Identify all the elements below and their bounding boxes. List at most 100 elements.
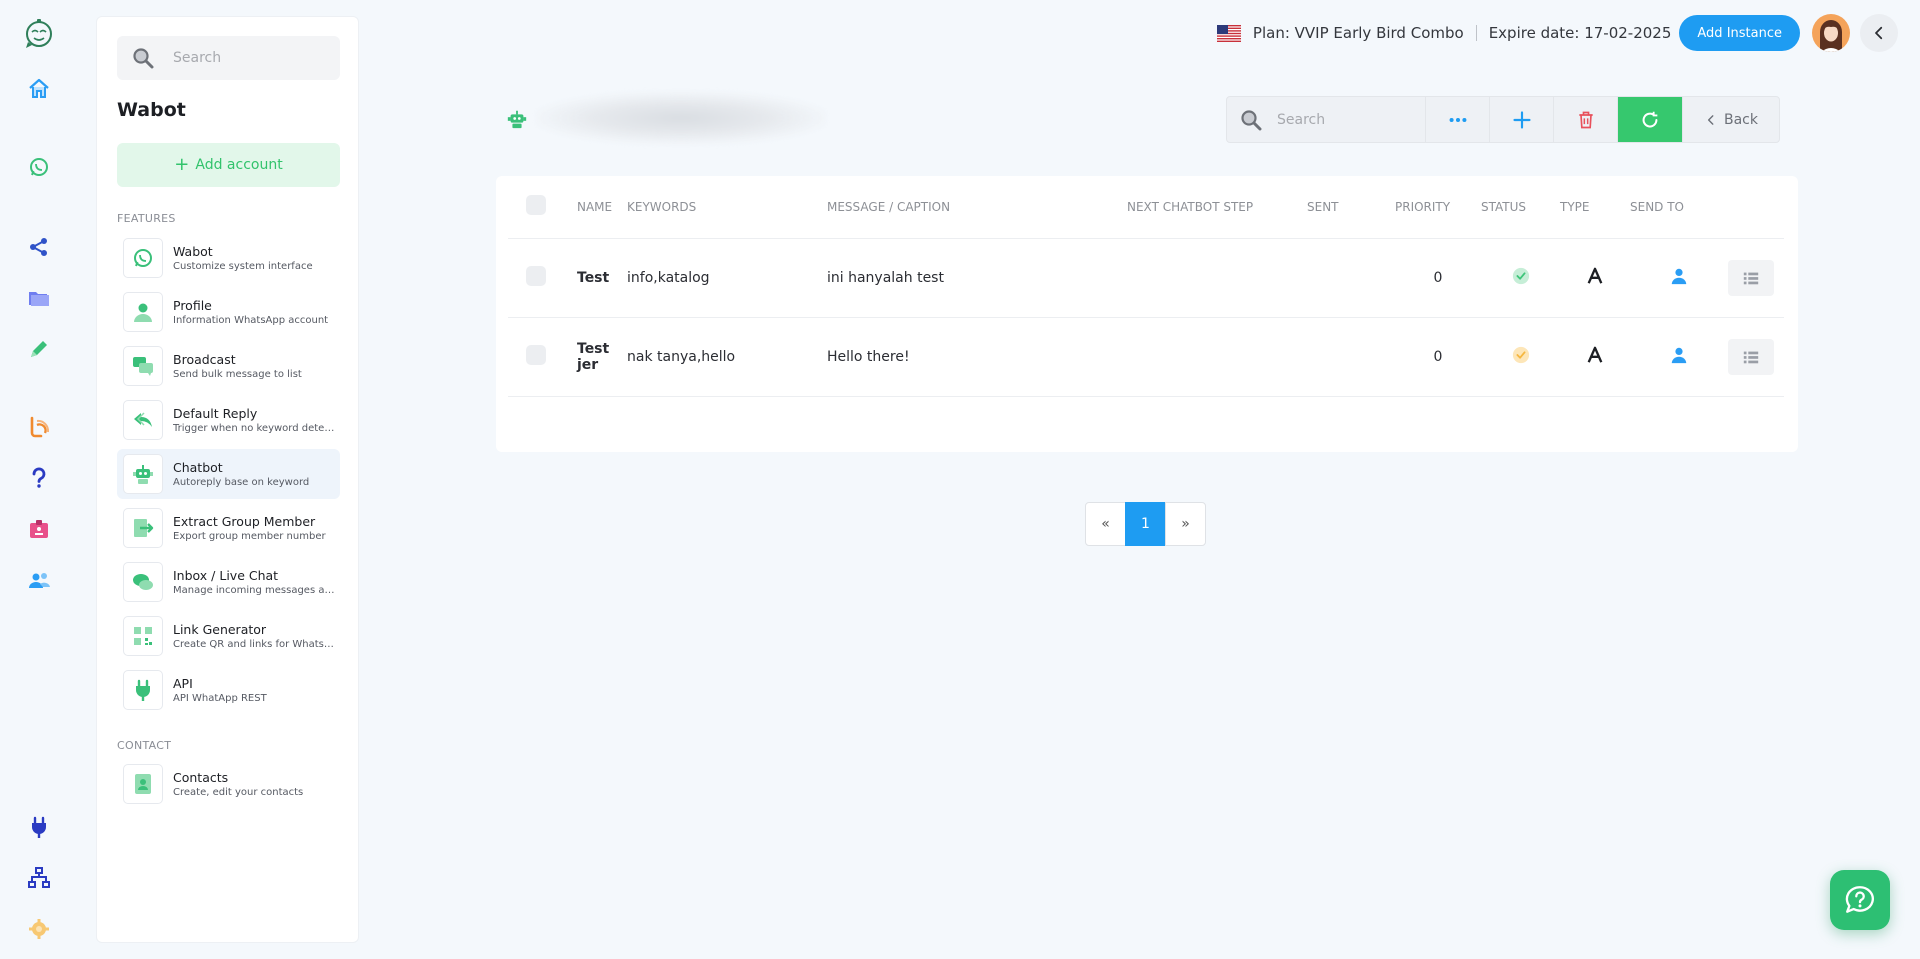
menu-item-subtitle: Create, edit your contacts	[173, 787, 304, 798]
menu-item-subtitle: Information WhatsApp account	[173, 315, 329, 326]
more-options-button[interactable]	[1426, 97, 1490, 142]
menu-item-profile[interactable]: Profile Information WhatsApp account	[117, 287, 340, 337]
dots-icon	[1449, 117, 1466, 122]
plan-label: Plan: VVIP Early Bird Combo	[1252, 24, 1464, 42]
select-all-checkbox[interactable]	[526, 195, 546, 216]
blogger-icon[interactable]	[24, 412, 54, 442]
settings-icon[interactable]	[24, 914, 54, 944]
row-select-cell	[508, 317, 577, 397]
menu-item-subtitle: Create QR and links for WhatsApp	[173, 639, 335, 650]
menu-item-wabot[interactable]: Wabot Customize system interface	[117, 233, 340, 283]
menu-item-extract-group-member[interactable]: Extract Group Member Export group member …	[117, 503, 340, 553]
row-priority: 0	[1395, 317, 1481, 397]
table-header-row: NAME KEYWORDS MESSAGE / CAPTION NEXT CHA…	[508, 176, 1784, 239]
header-name[interactable]: NAME	[577, 176, 627, 239]
user-icon	[1671, 347, 1687, 363]
menu-item-api[interactable]: API API WhatApp REST	[117, 665, 340, 715]
top-bar: Plan: VVIP Early Bird Combo Expire date:…	[1216, 14, 1898, 52]
row-send-to	[1630, 317, 1728, 397]
add-account-button[interactable]: + Add account	[117, 143, 340, 187]
robot-icon	[507, 110, 527, 129]
row-status	[1481, 238, 1560, 318]
menu-item-link-generator[interactable]: Link Generator Create QR and links for Wh…	[117, 611, 340, 661]
table-row[interactable]: Test info,katalog ini hanyalah test 0	[508, 238, 1784, 318]
trash-icon	[1578, 111, 1593, 128]
row-keywords: nak tanya,hello	[627, 317, 827, 397]
row-checkbox[interactable]	[526, 265, 546, 286]
menu-item-title: Contacts	[173, 770, 229, 785]
row-details-button[interactable]	[1728, 259, 1774, 296]
row-next-step	[1127, 238, 1307, 318]
menu-item-subtitle: Autoreply base on keyword	[173, 477, 310, 488]
sidebar-search-input[interactable]	[173, 50, 323, 66]
collapse-sidebar-button[interactable]	[1860, 14, 1898, 52]
plus-icon: +	[174, 154, 190, 175]
help-chat-icon	[1845, 886, 1874, 913]
sidebar-search	[117, 36, 340, 80]
list-icon	[1743, 351, 1759, 363]
avatar[interactable]	[1812, 14, 1850, 52]
pagination-prev[interactable]: «	[1085, 502, 1126, 546]
refresh-button[interactable]	[1618, 97, 1682, 142]
row-details-button[interactable]	[1728, 338, 1774, 375]
menu-item-inbox-live-chat[interactable]: Inbox / Live Chat Manage incoming message…	[117, 557, 340, 607]
header-type[interactable]: TYPE	[1560, 176, 1630, 239]
menu-item-contacts[interactable]: Contacts Create, edit your contacts	[117, 759, 340, 809]
whatsapp-icon[interactable]	[24, 152, 54, 182]
status-active-icon	[1512, 267, 1529, 284]
table-row[interactable]: Test jer nak tanya,hello Hello there! 0	[508, 317, 1784, 397]
header-status[interactable]: STATUS	[1481, 176, 1560, 239]
header-message[interactable]: MESSAGE / CAPTION	[827, 176, 1127, 239]
user-icon	[123, 292, 163, 332]
row-name: Test jer	[577, 317, 627, 397]
row-message: ini hanyalah test	[827, 238, 1127, 318]
plug-icon[interactable]	[24, 812, 54, 842]
pencil-icon[interactable]	[24, 334, 54, 364]
row-sent	[1307, 317, 1395, 397]
header-send-to[interactable]: SEND TO	[1630, 176, 1728, 239]
menu-item-broadcast[interactable]: Broadcast Send bulk message to list	[117, 341, 340, 391]
header-priority[interactable]: PRIORITY	[1395, 176, 1481, 239]
network-icon[interactable]	[24, 863, 54, 893]
menu-item-subtitle: Manage incoming messages and live chat	[173, 585, 335, 596]
menu-item-subtitle: API WhatApp REST	[173, 693, 267, 704]
header-next-step[interactable]: NEXT CHATBOT STEP	[1127, 176, 1307, 239]
user-icon	[1671, 268, 1687, 284]
sidebar: Wabot + Add account FEATURES Wabot Custom…	[96, 16, 359, 943]
chevron-left-icon	[1707, 114, 1714, 125]
menu-item-title: Profile	[173, 298, 212, 313]
toolbar-search-input[interactable]	[1277, 111, 1417, 128]
row-actions	[1728, 317, 1784, 397]
features-section-label: FEATURES	[117, 212, 176, 225]
row-checkbox[interactable]	[526, 344, 546, 365]
row-next-step	[1127, 317, 1307, 397]
delete-button[interactable]	[1554, 97, 1618, 142]
add-chatbot-button[interactable]	[1490, 97, 1554, 142]
menu-item-subtitle: Trigger when no keyword detected	[173, 423, 335, 434]
menu-item-title: Broadcast	[173, 352, 236, 367]
row-status	[1481, 317, 1560, 397]
pagination-next[interactable]: »	[1165, 502, 1206, 546]
row-sent	[1307, 238, 1395, 318]
menu-item-chatbot[interactable]: Chatbot Autoreply base on keyword	[117, 449, 340, 499]
header-sent[interactable]: SENT	[1307, 176, 1395, 239]
folder-icon[interactable]	[24, 283, 54, 313]
header-keywords[interactable]: KEYWORDS	[627, 176, 827, 239]
pagination-page[interactable]: 1	[1125, 502, 1166, 546]
back-button[interactable]: Back	[1682, 97, 1779, 142]
menu-item-title: Inbox / Live Chat	[173, 568, 279, 583]
app-logo-icon[interactable]	[22, 18, 56, 52]
us-flag-icon[interactable]	[1216, 24, 1241, 42]
menu-item-default-reply[interactable]: Default Reply Trigger when no keyword det…	[117, 395, 340, 445]
add-account-label: Add account	[195, 157, 283, 173]
help-icon[interactable]	[24, 463, 54, 493]
menu-item-title: Default Reply	[173, 406, 258, 421]
home-icon[interactable]	[24, 74, 54, 104]
text-type-icon	[1587, 267, 1603, 284]
users-icon[interactable]	[24, 565, 54, 595]
id-card-icon[interactable]	[24, 514, 54, 544]
share-nodes-icon[interactable]	[24, 232, 54, 262]
row-keywords: info,katalog	[627, 238, 827, 318]
add-instance-button[interactable]: Add Instance	[1679, 15, 1800, 51]
support-chat-button[interactable]	[1830, 870, 1890, 930]
